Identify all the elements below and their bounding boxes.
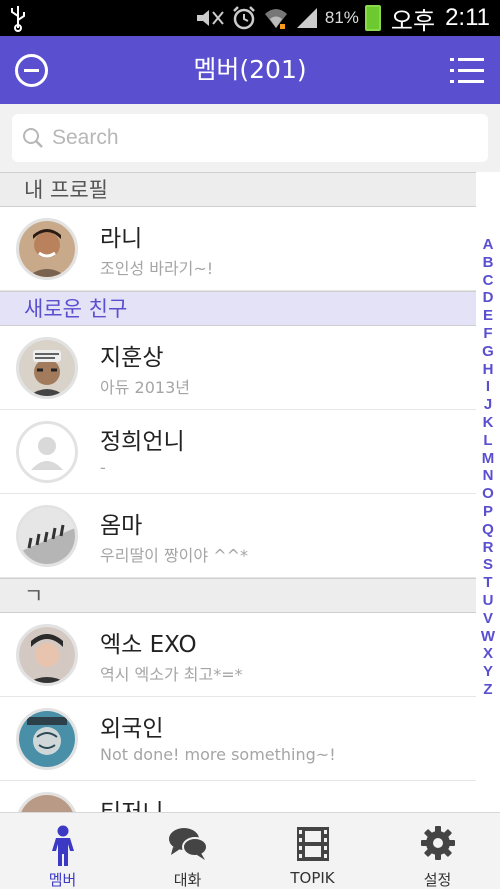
status-bar: 81% 오후 2:11 <box>0 0 500 36</box>
contact-name: 외국인 <box>100 716 164 742</box>
index-letter[interactable]: Z <box>476 681 500 699</box>
contact-name: 티저니 <box>100 793 163 812</box>
contact-name: 옴마 <box>100 513 143 539</box>
default-person-icon <box>31 437 63 470</box>
tab-settings-label: 설정 <box>423 871 452 889</box>
index-letter[interactable]: I <box>476 378 500 396</box>
wifi-icon <box>264 9 287 29</box>
avatar <box>16 708 78 770</box>
contact-name: 정희언니 <box>100 429 185 455</box>
index-letter[interactable]: H <box>476 361 500 379</box>
list-item[interactable]: 라니 조인성 바라기~! <box>0 207 476 291</box>
contact-name: 지훈상 <box>100 345 164 371</box>
section-header-my-profile: 내 프로필 <box>0 172 476 207</box>
avatar <box>16 624 78 686</box>
index-letter[interactable]: A <box>476 236 500 254</box>
index-letter[interactable]: P <box>476 503 500 521</box>
contact-status: - <box>100 458 106 477</box>
index-letter[interactable]: G <box>476 343 500 361</box>
index-letter[interactable]: F <box>476 325 500 343</box>
section-header-new-friends: 새로운 친구 <box>0 291 476 326</box>
alphabet-index[interactable]: ABCDEFGHIJKLMNOPQRSTUVWXYZ <box>476 236 500 699</box>
battery-percent: 81% <box>324 8 359 27</box>
search-bar: Search <box>0 104 500 172</box>
index-letter[interactable]: M <box>476 450 500 468</box>
list-item[interactable]: 정희언니 - <box>0 410 476 494</box>
contact-name: 엑소 EXO <box>100 632 197 658</box>
search-placeholder: Search <box>52 126 119 149</box>
gear-icon <box>420 826 455 860</box>
list-menu-icon[interactable] <box>450 58 484 84</box>
film-strip-icon <box>296 827 329 861</box>
index-letter[interactable]: W <box>476 628 500 646</box>
tab-settings[interactable]: 설정 <box>375 813 500 889</box>
search-input[interactable]: Search <box>12 114 488 162</box>
tab-chat[interactable]: 대화 <box>125 813 250 889</box>
index-letter[interactable]: N <box>476 467 500 485</box>
index-letter[interactable]: X <box>476 645 500 663</box>
index-letter[interactable]: O <box>476 485 500 503</box>
status-time: 2:11 <box>445 4 490 31</box>
contact-status: 아듀 2013년 <box>100 378 190 397</box>
app-header: 멤버(201) <box>0 36 500 104</box>
index-letter[interactable]: R <box>476 539 500 557</box>
tab-members[interactable]: 멤버 <box>0 813 125 889</box>
tab-chat-label: 대화 <box>173 871 202 889</box>
index-letter[interactable]: E <box>476 307 500 325</box>
list-item[interactable]: 외국인 Not done! more something~! <box>0 697 476 781</box>
contact-name: 라니 <box>100 226 143 252</box>
list-item[interactable]: 지훈상 아듀 2013년 <box>0 326 476 410</box>
page-title: 멤버(201) <box>193 55 307 84</box>
member-list[interactable]: 내 프로필 라니 조인성 바라기~! 새로운 친구 지훈상 아듀 2013년 정… <box>0 172 476 812</box>
contact-status: 역시 엑소가 최고*=* <box>100 665 243 684</box>
tab-members-label: 멤버 <box>48 871 77 889</box>
list-item[interactable]: 옴마 우리딸이 짱이야 ^^* <box>0 494 476 578</box>
index-letter[interactable]: V <box>476 610 500 628</box>
status-ampm: 오후 <box>390 7 436 35</box>
index-letter[interactable]: D <box>476 289 500 307</box>
index-letter[interactable]: U <box>476 592 500 610</box>
avatar <box>16 218 78 280</box>
index-letter[interactable]: C <box>476 272 500 290</box>
index-letter[interactable]: J <box>476 396 500 414</box>
avatar <box>16 505 78 567</box>
mute-icon <box>196 10 224 26</box>
contact-status: 우리딸이 짱이야 ^^* <box>100 546 249 565</box>
index-letter[interactable]: Q <box>476 521 500 539</box>
contact-status: 조인성 바라기~! <box>100 259 214 278</box>
index-letter[interactable]: T <box>476 574 500 592</box>
alarm-icon <box>232 6 255 30</box>
usb-icon <box>11 6 25 32</box>
battery-icon <box>364 5 381 31</box>
index-letter[interactable]: L <box>476 432 500 450</box>
tab-topik-label: TOPIK <box>290 869 335 887</box>
index-letter[interactable]: B <box>476 254 500 272</box>
index-letter[interactable]: K <box>476 414 500 432</box>
avatar <box>16 337 78 399</box>
chat-bubbles-icon <box>168 828 208 860</box>
list-item[interactable]: 엑소 EXO 역시 엑소가 최고*=* <box>0 613 476 697</box>
list-item[interactable]: 티저니 <box>0 781 476 812</box>
person-icon <box>51 825 74 866</box>
contact-status: Not done! more something~! <box>100 745 336 764</box>
tab-topik[interactable]: TOPIK <box>250 813 375 889</box>
avatar <box>16 421 78 483</box>
tab-bar: 멤버 대화 TOPIK 설정 <box>0 812 500 889</box>
signal-icon <box>296 8 317 28</box>
avatar <box>16 792 78 812</box>
index-letter[interactable]: Y <box>476 663 500 681</box>
section-header-giyeok: ㄱ <box>0 578 476 613</box>
index-letter[interactable]: S <box>476 556 500 574</box>
search-icon <box>23 128 43 148</box>
